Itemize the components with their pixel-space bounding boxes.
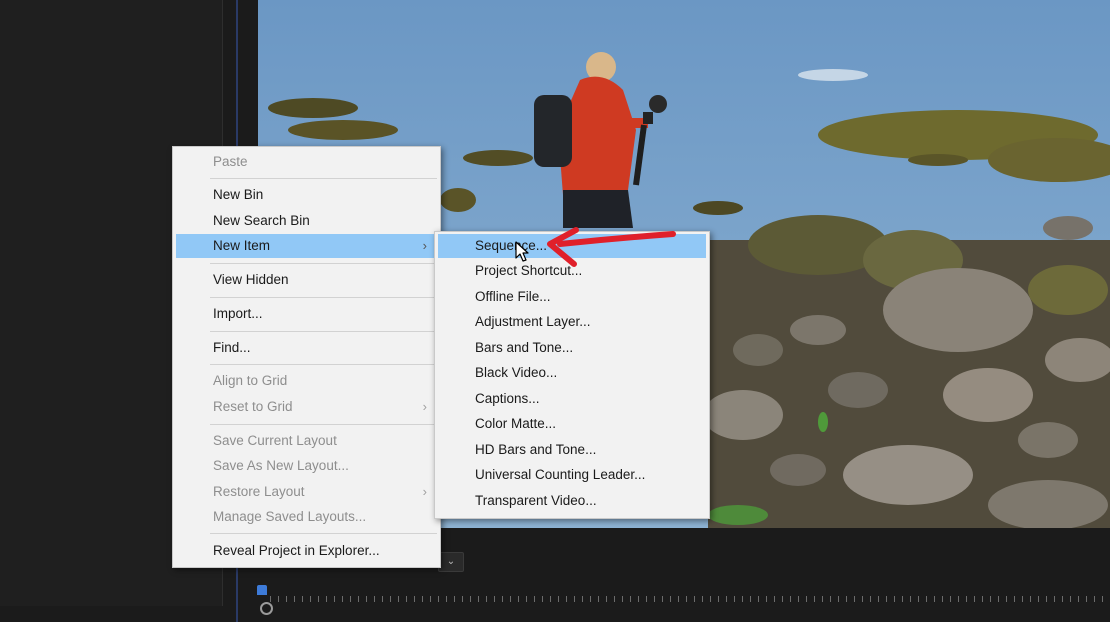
menu-item-label: Captions... <box>475 391 540 406</box>
menu-item-label: Find... <box>213 340 251 355</box>
menu-item-save-as-new-layout[interactable]: Save As New Layout... <box>176 454 437 478</box>
menu-item-label: Reset to Grid <box>213 399 293 414</box>
menu-item-label: Save As New Layout... <box>213 458 349 473</box>
menu-separator <box>210 297 437 298</box>
menu-item-paste[interactable]: Paste <box>176 150 437 174</box>
menu-item-label: Save Current Layout <box>213 433 337 448</box>
menu-item-label: View Hidden <box>213 272 289 287</box>
submenu-arrow-icon: › <box>422 238 427 253</box>
chevron-down-icon[interactable]: ⌄ <box>438 552 464 572</box>
menu-item-new-bin[interactable]: New Bin <box>176 183 437 207</box>
menu-item-align-to-grid[interactable]: Align to Grid <box>176 369 437 393</box>
menu-item-label: Color Matte... <box>475 416 557 431</box>
playhead-circle-icon[interactable] <box>260 602 273 615</box>
submenu-item-transparent-video[interactable]: Transparent Video... <box>438 489 706 513</box>
context-menu: Paste New Bin New Search Bin New Item › V… <box>172 146 441 568</box>
menu-item-label: Align to Grid <box>213 373 288 388</box>
menu-item-label: Restore Layout <box>213 484 305 499</box>
submenu-item-captions[interactable]: Captions... <box>438 387 706 411</box>
menu-separator <box>210 263 437 264</box>
mouse-cursor-icon <box>515 241 529 262</box>
menu-item-save-current-layout[interactable]: Save Current Layout <box>176 429 437 453</box>
menu-separator <box>210 178 437 179</box>
submenu-item-bars-and-tone[interactable]: Bars and Tone... <box>438 336 706 360</box>
submenu-arrow-icon: › <box>422 399 427 414</box>
menu-item-label: Manage Saved Layouts... <box>213 509 367 524</box>
menu-item-import[interactable]: Import... <box>176 302 437 326</box>
menu-item-reveal-project[interactable]: Reveal Project in Explorer... <box>176 539 437 563</box>
menu-item-restore-layout[interactable]: Restore Layout › <box>176 480 437 504</box>
menu-item-label: New Bin <box>213 187 264 202</box>
submenu-item-universal-counting-leader[interactable]: Universal Counting Leader... <box>438 463 706 487</box>
menu-item-label: Universal Counting Leader... <box>475 467 646 482</box>
submenu-arrow-icon: › <box>422 484 427 499</box>
time-ruler[interactable] <box>270 592 1110 602</box>
menu-item-view-hidden[interactable]: View Hidden <box>176 268 437 292</box>
playhead-handle[interactable] <box>257 585 267 595</box>
menu-item-label: Reveal Project in Explorer... <box>213 543 380 558</box>
menu-item-label: Black Video... <box>475 365 558 380</box>
menu-separator <box>210 424 437 425</box>
menu-item-find[interactable]: Find... <box>176 336 437 360</box>
menu-separator <box>210 364 437 365</box>
menu-item-label: Bars and Tone... <box>475 340 574 355</box>
menu-item-label: HD Bars and Tone... <box>475 442 597 457</box>
menu-item-label: Adjustment Layer... <box>475 314 591 329</box>
menu-item-label: Offline File... <box>475 289 551 304</box>
menu-separator <box>210 533 437 534</box>
menu-item-new-item[interactable]: New Item › <box>176 234 437 258</box>
menu-item-label: Import... <box>213 306 263 321</box>
submenu-item-adjustment-layer[interactable]: Adjustment Layer... <box>438 310 706 334</box>
menu-item-label: Transparent Video... <box>475 493 597 508</box>
menu-item-label: Sequence... <box>475 238 548 253</box>
menu-item-new-search-bin[interactable]: New Search Bin <box>176 209 437 233</box>
menu-item-label: New Search Bin <box>213 213 310 228</box>
menu-item-reset-to-grid[interactable]: Reset to Grid › <box>176 395 437 419</box>
submenu-item-offline-file[interactable]: Offline File... <box>438 285 706 309</box>
submenu-item-color-matte[interactable]: Color Matte... <box>438 412 706 436</box>
submenu-item-hd-bars-and-tone[interactable]: HD Bars and Tone... <box>438 438 706 462</box>
new-item-submenu: Sequence... Project Shortcut... Offline … <box>434 231 710 519</box>
menu-item-label: New Item <box>213 238 271 253</box>
submenu-item-black-video[interactable]: Black Video... <box>438 361 706 385</box>
menu-separator <box>210 331 437 332</box>
menu-item-label: Paste <box>213 154 248 169</box>
menu-item-manage-saved-layouts[interactable]: Manage Saved Layouts... <box>176 505 437 529</box>
annotation-arrow-icon <box>547 227 676 267</box>
